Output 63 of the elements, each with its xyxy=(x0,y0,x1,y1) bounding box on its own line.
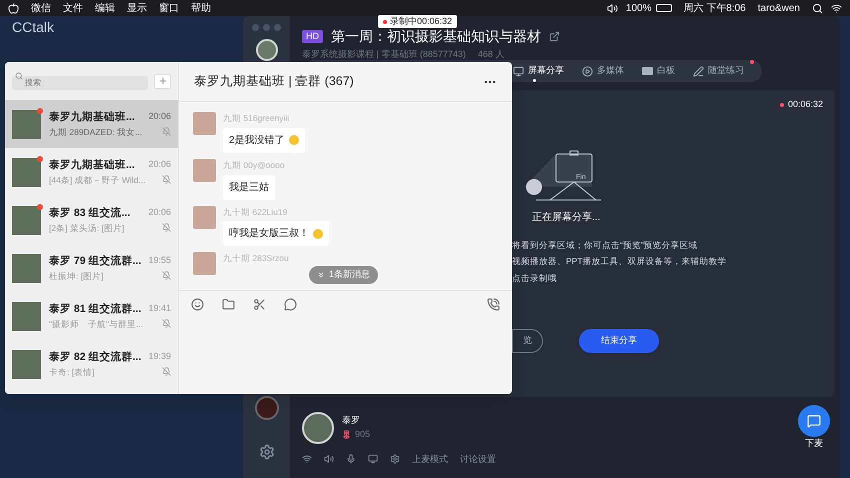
sender-name: 九十期 622Liu19 xyxy=(223,206,288,218)
chat-list-item[interactable]: 泰罗九期基础班... 20:06 [44条] 成都－野子 Wild... xyxy=(5,148,178,196)
chat-time: 19:39 xyxy=(148,350,171,363)
chat-preview: 九期 289DAZED: 我女... xyxy=(49,126,142,138)
footer-button[interactable]: 上麦模式 xyxy=(412,452,448,466)
chat-title: 泰罗九期基础班 | 壹群 (367) xyxy=(194,73,354,90)
tip-text: 点击录制哦 xyxy=(512,272,558,285)
mic-off-label[interactable]: 下麦 xyxy=(805,437,823,450)
chat-time: 20:06 xyxy=(148,110,171,123)
chat-name: 泰罗九期基础班... xyxy=(49,158,135,173)
chat-preview: 卡奇: [表情] xyxy=(49,366,94,378)
recording-text: 录制中00:06:32 xyxy=(390,14,452,28)
chat-preview: [44条] 成都－野子 Wild... xyxy=(49,174,146,186)
user-name[interactable]: taro&wen xyxy=(758,0,800,16)
message-text: 哼我是女版三叔！ xyxy=(229,226,309,242)
chat-list-item[interactable]: 泰罗九期基础班... 20:06 九期 289DAZED: 我女... xyxy=(5,100,178,148)
end-share-button[interactable]: 结束分享 xyxy=(579,328,659,353)
chat-time: 19:41 xyxy=(148,302,171,315)
menu-item[interactable]: 显示 xyxy=(127,0,147,16)
sender-name: 九期 516greenyiii xyxy=(223,112,290,125)
message-text: 我是三姑 xyxy=(229,180,269,194)
tip-text: 将看到分享区域；你可点击“预览”预览分享区域 xyxy=(512,238,699,252)
chat-time: 20:06 xyxy=(148,158,171,171)
chat-name: 泰罗 79 组交流群... xyxy=(49,254,142,269)
chat-name: 泰罗 83 组交流... xyxy=(49,206,130,221)
chat-list-item[interactable]: 泰罗 81 组交流群... 19:41 "摄影师 子航"与群里... xyxy=(5,292,178,340)
chat-time: 19:55 xyxy=(148,254,171,267)
tool-tab[interactable]: 随堂练习 xyxy=(693,60,754,82)
tool-tab[interactable]: 多媒体 xyxy=(582,60,634,82)
chat-preview: "摄影师 子航"与群里... xyxy=(49,318,144,330)
message-text: 2是我没错了 xyxy=(229,134,285,148)
chat-preview: 杜振坤: [图片] xyxy=(49,270,104,282)
tool-tab[interactable]: 白板 xyxy=(642,60,685,82)
chat-list-item[interactable]: 泰罗 79 组交流群... 19:55 杜振坤: [图片] xyxy=(5,244,178,292)
battery-percent: 100% xyxy=(626,2,652,16)
share-status: 正在屏幕分享... xyxy=(532,210,602,224)
search-field[interactable]: 搜索 xyxy=(12,76,148,90)
menu-item[interactable]: 微信 xyxy=(31,0,51,16)
chat-preview: [2条] 菜头汤: [图片] xyxy=(49,222,124,234)
chat-list-item[interactable]: 泰罗 83 组交流... 20:06 [2条] 菜头汤: [图片] xyxy=(5,196,178,244)
timer: 00:06:32 xyxy=(788,98,823,111)
chat-time: 20:06 xyxy=(148,206,171,219)
sender-name: 九期 00y@oooo xyxy=(223,158,285,172)
menu-item[interactable]: 文件 xyxy=(63,0,83,16)
chat-list-item[interactable]: 泰罗 82 组交流群... 19:39 卡奇: [表情] xyxy=(5,340,178,388)
menu-item[interactable]: 编辑 xyxy=(95,0,115,16)
tool-tab[interactable]: 屏幕分享 xyxy=(513,60,574,82)
menu-item[interactable]: 帮助 xyxy=(191,0,211,16)
chat-name: 泰罗 81 组交流群... xyxy=(49,302,142,317)
hd-badge: HD xyxy=(302,30,323,44)
desktop-label: CCtalk xyxy=(12,18,54,37)
footer-button[interactable]: 讨论设置 xyxy=(460,452,496,466)
class-subtitle: 泰罗系统摄影课程 | 零基础班 (88577743) xyxy=(302,48,466,61)
flower-count: 905 xyxy=(355,428,370,441)
tip-text: 视频播放器、PPT播放工具、双屏设备等，来辅助教学 xyxy=(512,255,728,268)
chat-name: 泰罗 82 组交流群... xyxy=(49,350,142,365)
sender-name: 九十期 283Srzou xyxy=(223,252,289,265)
menu-item[interactable]: 窗口 xyxy=(159,0,179,16)
speaker-name: 泰罗 xyxy=(342,414,361,428)
member-count: 468 人 xyxy=(478,48,504,61)
menu-clock[interactable]: 周六 下午8:06 xyxy=(684,0,746,16)
class-title: 第一周：初识摄影基础知识与器材 xyxy=(331,27,541,46)
chat-name: 泰罗九期基础班... xyxy=(49,110,135,125)
